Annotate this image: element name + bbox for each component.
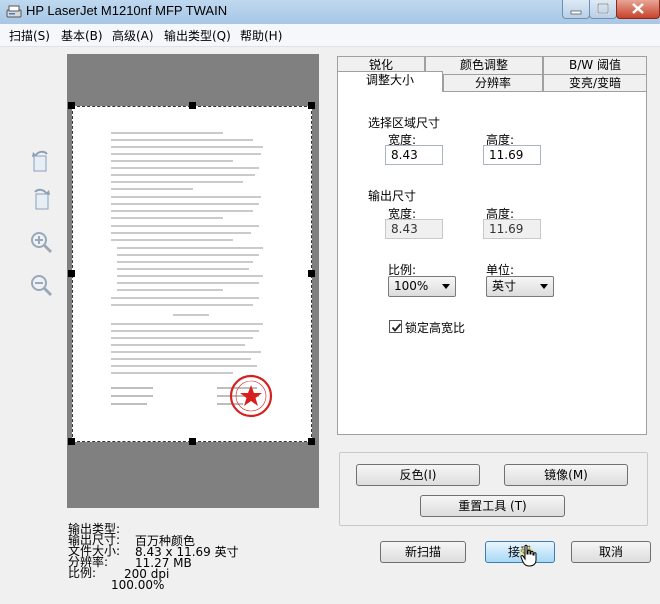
close-button[interactable] <box>616 0 660 19</box>
select-width-input[interactable]: 8.43 <box>385 145 443 165</box>
lock-aspect-label: 锁定高宽比 <box>405 321 466 335</box>
new-scan-button[interactable]: 新扫描 <box>380 541 466 563</box>
menu-output-type[interactable]: 输出类型(Q) <box>164 27 231 44</box>
zoom-in-icon[interactable] <box>28 229 54 255</box>
crop-handle-middle-right[interactable] <box>308 270 315 277</box>
output-height-input: 11.69 <box>483 219 541 239</box>
tab-brighten-darken[interactable]: 变亮/变暗 <box>543 74 647 92</box>
cancel-button[interactable]: 取消 <box>571 541 651 563</box>
chevron-down-icon <box>442 284 450 289</box>
maximize-button[interactable] <box>589 0 617 19</box>
maximize-icon <box>597 3 609 14</box>
crop-handle-top-middle[interactable] <box>189 102 196 109</box>
chevron-down-icon <box>540 284 548 289</box>
select-height-input[interactable]: 11.69 <box>483 145 541 165</box>
crop-handle-top-right[interactable] <box>308 102 315 109</box>
info-scale: 比例: 100.00% <box>68 566 165 592</box>
mirror-button[interactable]: 镜像(M) <box>504 464 628 486</box>
crop-handle-bottom-right[interactable] <box>308 438 315 445</box>
crop-handle-top-left[interactable] <box>68 102 75 109</box>
document-text-lines <box>111 132 273 418</box>
mouse-pointer-hand-icon <box>520 544 537 567</box>
menu-scan[interactable]: 扫描(S) <box>9 27 50 44</box>
tab-resize[interactable]: 调整大小 <box>337 71 443 92</box>
output-size-heading: 输出尺寸 <box>368 189 417 203</box>
menu-basic[interactable]: 基本(B) <box>61 27 103 44</box>
close-icon <box>632 3 644 14</box>
unit-select[interactable]: 英寸 <box>486 276 554 297</box>
scanner-window: HP LaserJet M1210nf MFP TWAIN 扫描(S) 基本(B… <box>0 0 660 591</box>
checkmark-icon <box>391 323 402 332</box>
menu-advanced[interactable]: 高级(A) <box>112 27 154 44</box>
minimize-button[interactable] <box>562 0 590 19</box>
crop-handle-middle-left[interactable] <box>68 270 75 277</box>
crop-handle-bottom-middle[interactable] <box>189 438 196 445</box>
reset-tools-button[interactable]: 重置工具 (T) <box>420 495 565 517</box>
unit-select-value: 英寸 <box>492 279 517 293</box>
menu-help[interactable]: 帮助(H) <box>240 27 282 44</box>
ratio-select[interactable]: 100% <box>388 276 456 297</box>
window-title: HP LaserJet M1210nf MFP TWAIN <box>26 3 228 18</box>
rotate-right-icon[interactable] <box>28 186 54 212</box>
scanned-page-preview[interactable] <box>72 106 312 442</box>
crop-handle-bottom-left[interactable] <box>68 438 75 445</box>
invert-button[interactable]: 反色(I) <box>356 464 480 486</box>
menu-bar: 扫描(S) 基本(B) 高级(A) 输出类型(Q) 帮助(H) <box>0 24 660 47</box>
tab-resolution[interactable]: 分辨率 <box>443 74 543 92</box>
output-width-input: 8.43 <box>385 219 443 239</box>
scanner-app-icon <box>6 5 22 18</box>
lock-aspect-checkbox[interactable] <box>389 320 402 333</box>
tab-bw-threshold[interactable]: B/W 阈值 <box>543 56 647 74</box>
select-area-heading: 选择区域尺寸 <box>368 116 441 130</box>
title-bar[interactable]: HP LaserJet M1210nf MFP TWAIN <box>0 0 660 24</box>
ratio-select-value: 100% <box>394 279 429 293</box>
rotate-left-icon[interactable] <box>28 148 54 174</box>
zoom-out-icon[interactable] <box>28 272 54 298</box>
minimize-icon <box>570 10 582 15</box>
